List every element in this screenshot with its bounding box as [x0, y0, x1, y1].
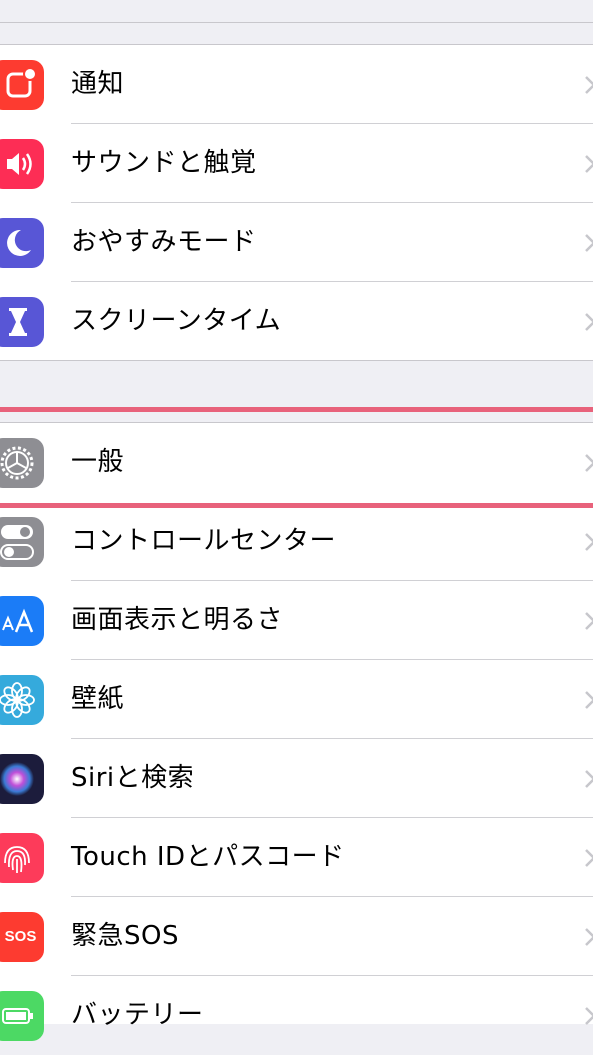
chevron-right-icon	[585, 155, 593, 173]
settings-group-1: 通知 サウンドと触覚 おやすみモード スクリーンタイム	[0, 44, 593, 361]
settings-row-label: おやすみモード	[71, 227, 257, 257]
settings-row-label: スクリーンタイム	[71, 306, 282, 336]
chevron-right-icon	[585, 849, 593, 867]
battery-icon	[0, 991, 44, 1041]
chevron-right-icon	[585, 234, 593, 252]
settings-row-general[interactable]: 一般	[0, 423, 593, 502]
settings-row-label: Siriと検索	[71, 763, 195, 793]
fingerprint-icon	[0, 833, 44, 883]
notifications-icon	[0, 60, 44, 110]
settings-row-emergency-sos[interactable]: SOS 緊急SOS	[0, 897, 593, 976]
settings-row-label: 通知	[71, 69, 125, 99]
settings-row-siri[interactable]: Siriと検索	[0, 739, 593, 818]
chevron-right-icon	[585, 691, 593, 709]
chevron-right-icon	[585, 454, 593, 472]
moon-icon	[0, 218, 44, 268]
settings-row-wallpaper[interactable]: 壁紙	[0, 660, 593, 739]
chevron-right-icon	[585, 76, 593, 94]
settings-row-label: 壁紙	[71, 684, 125, 714]
toggles-icon	[0, 517, 44, 567]
hourglass-icon	[0, 297, 44, 347]
chevron-right-icon	[585, 1007, 593, 1025]
settings-row-battery[interactable]: バッテリー	[0, 976, 593, 1055]
chevron-right-icon	[585, 533, 593, 551]
settings-row-do-not-disturb[interactable]: おやすみモード	[0, 203, 593, 282]
highlight-line-top	[0, 407, 593, 412]
settings-row-label: コントロールセンター	[71, 526, 337, 556]
settings-row-screen-time[interactable]: スクリーンタイム	[0, 282, 593, 361]
chevron-right-icon	[585, 612, 593, 630]
chevron-right-icon	[585, 313, 593, 331]
settings-row-label: バッテリー	[71, 1000, 204, 1030]
speaker-icon	[0, 139, 44, 189]
settings-row-label: 緊急SOS	[71, 921, 179, 951]
top-divider	[0, 22, 593, 23]
settings-group-2: 一般 コントロールセンター 画面表示と明るさ 壁紙 Siriと検索 Touch …	[0, 422, 593, 1041]
gear-icon	[0, 438, 44, 488]
settings-row-sounds[interactable]: サウンドと触覚	[0, 124, 593, 203]
chevron-right-icon	[585, 928, 593, 946]
siri-icon	[0, 754, 44, 804]
settings-row-label: サウンドと触覚	[71, 148, 257, 178]
settings-row-label: Touch IDとパスコード	[71, 842, 345, 872]
settings-row-control-center[interactable]: コントロールセンター	[0, 502, 593, 581]
text-size-icon	[0, 596, 44, 646]
settings-row-display[interactable]: 画面表示と明るさ	[0, 581, 593, 660]
highlight-line-bottom	[0, 503, 593, 508]
settings-row-label: 画面表示と明るさ	[71, 605, 284, 635]
sos-icon-text: SOS	[4, 928, 37, 945]
sos-icon: SOS	[0, 912, 44, 962]
chevron-right-icon	[585, 770, 593, 788]
settings-row-touch-id[interactable]: Touch IDとパスコード	[0, 818, 593, 897]
settings-row-label: 一般	[71, 447, 125, 477]
flower-icon	[0, 675, 44, 725]
settings-row-notifications[interactable]: 通知	[0, 45, 593, 124]
group-bottom-border	[0, 360, 593, 361]
